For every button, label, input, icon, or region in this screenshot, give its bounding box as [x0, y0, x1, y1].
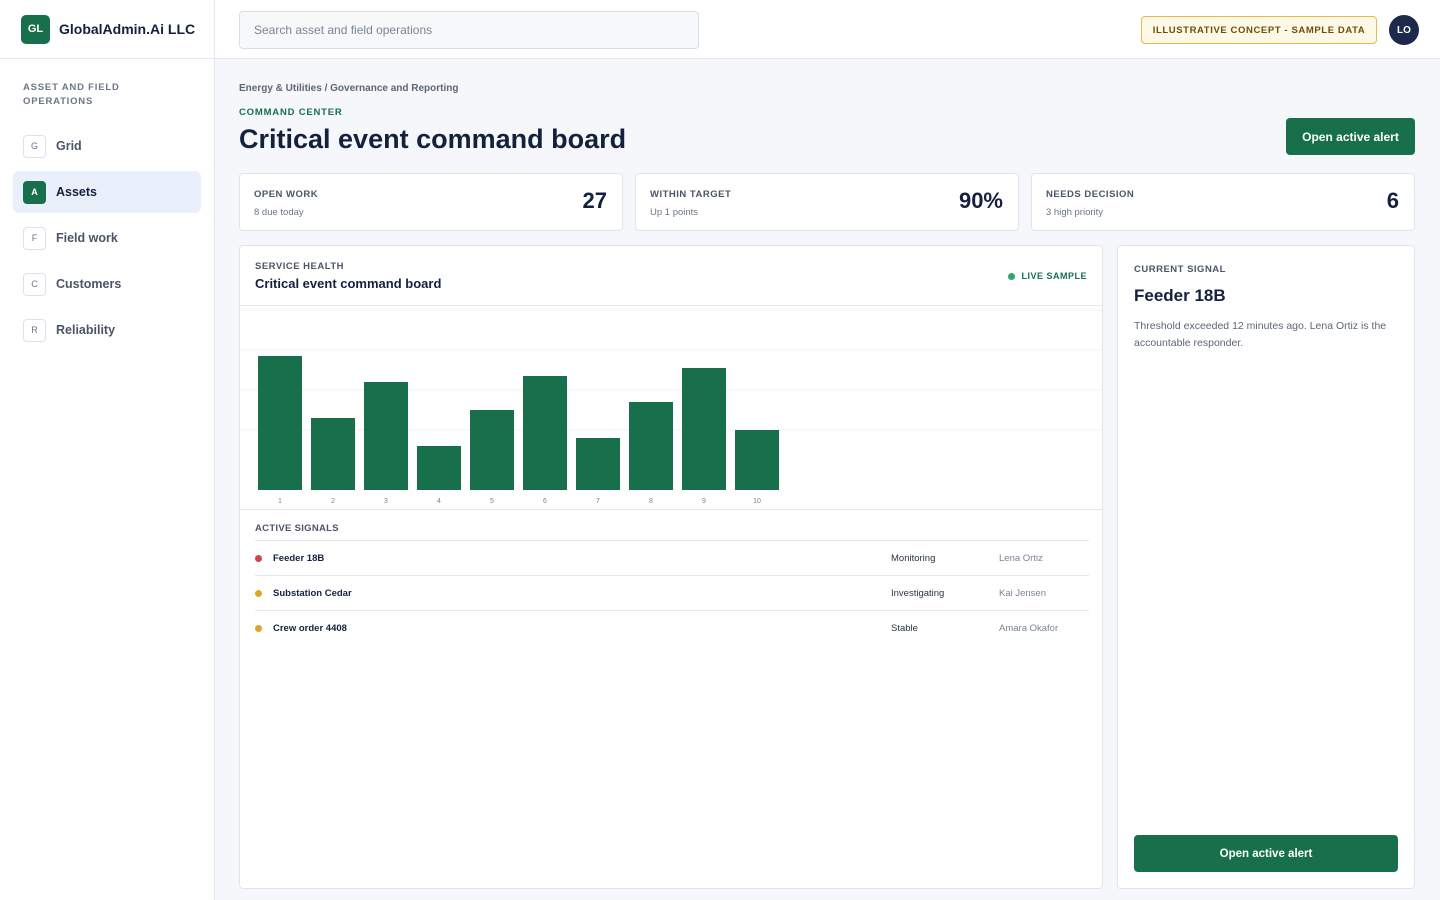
signal-name: Substation Cedar: [273, 588, 352, 599]
avatar[interactable]: LO: [1389, 15, 1419, 45]
concept-badge: ILLUSTRATIVE CONCEPT - SAMPLE DATA: [1141, 16, 1377, 44]
search-input[interactable]: [239, 11, 699, 49]
sidebar-item-label: Assets: [56, 185, 97, 199]
bar-1[interactable]: [258, 356, 302, 490]
grid-badge-icon: G: [23, 134, 46, 158]
sidebar-heading: ASSET AND FIELD OPERATIONS: [23, 82, 120, 107]
bar-chart: 1 2 3 4 5 6 7 8 9 10: [240, 305, 1102, 510]
bar-10[interactable]: [735, 430, 779, 490]
kpi-sub: 8 due today: [254, 207, 304, 218]
kpi-label: NEEDS DECISION: [1046, 189, 1135, 200]
current-signal-eyebrow: CURRENT SIGNAL: [1134, 264, 1226, 275]
kpi-open-work: OPEN WORK 8 due today 27: [239, 173, 623, 231]
x-tick-label: 7: [596, 498, 600, 505]
current-signal-panel: CURRENT SIGNAL Feeder 18B Threshold exce…: [1117, 245, 1415, 889]
brand-logo: GL: [21, 14, 50, 44]
signal-row[interactable]: Feeder 18B Monitoring Lena Ortiz: [255, 540, 1089, 575]
sidebar-item-label: Field work: [56, 231, 118, 245]
sidebar-item-reliability[interactable]: R Reliability: [13, 309, 201, 351]
customers-badge-icon: C: [23, 272, 46, 296]
kpi-sub: Up 1 points: [650, 207, 699, 218]
kpi-value: 27: [582, 188, 607, 213]
assets-badge-icon: A: [23, 180, 46, 204]
bar-6[interactable]: [523, 376, 567, 490]
bar-8[interactable]: [629, 402, 673, 490]
sidebar-item-grid[interactable]: G Grid: [13, 125, 201, 167]
x-tick-label: 1: [278, 498, 282, 505]
x-tick-label: 4: [437, 498, 441, 505]
bar-5[interactable]: [470, 410, 514, 490]
signal-status: Monitoring: [891, 553, 936, 564]
current-signal-title: Feeder 18B: [1134, 286, 1226, 305]
current-signal-description: Threshold exceeded 12 minutes ago. Lena …: [1134, 320, 1387, 349]
bar-9[interactable]: [682, 368, 726, 490]
brand-name: GlobalAdmin.Ai LLC: [59, 21, 196, 37]
page-eyebrow: COMMAND CENTER: [239, 107, 343, 118]
status-dot-icon: [255, 590, 262, 597]
status-dot-icon: [255, 555, 262, 562]
bar-2[interactable]: [311, 418, 355, 490]
live-sample-indicator: LIVE SAMPLE: [1008, 271, 1087, 281]
kpi-needs-decision: NEEDS DECISION 3 high priority 6: [1031, 173, 1415, 231]
x-tick-label: 2: [331, 498, 335, 505]
sidebar-item-customers[interactable]: C Customers: [13, 263, 201, 305]
kpi-label: OPEN WORK: [254, 189, 319, 200]
bar-3[interactable]: [364, 382, 408, 490]
kpi-sub: 3 high priority: [1046, 207, 1104, 218]
service-health-panel: SERVICE HEALTH Critical event command bo…: [239, 245, 1103, 889]
signal-row[interactable]: Substation Cedar Investigating Kai Jense…: [255, 575, 1089, 610]
sidebar-item-assets[interactable]: A Assets: [13, 171, 201, 213]
signal-status: Stable: [891, 623, 918, 634]
x-tick-label: 5: [490, 498, 494, 505]
field-work-badge-icon: F: [23, 226, 46, 250]
active-signals-list: Feeder 18B Monitoring Lena Ortiz Substat…: [255, 540, 1089, 645]
signal-owner: Lena Ortiz: [999, 553, 1043, 564]
topbar: ILLUSTRATIVE CONCEPT - SAMPLE DATA LO: [215, 0, 1440, 59]
open-active-alert-button[interactable]: Open active alert: [1134, 835, 1398, 872]
kpi-within-target: WITHIN TARGET Up 1 points 90%: [635, 173, 1019, 231]
x-tick-label: 8: [649, 498, 653, 505]
sidebar-item-label: Reliability: [56, 323, 116, 337]
brand[interactable]: GL GlobalAdmin.Ai LLC: [0, 0, 214, 59]
open-active-alert-button[interactable]: Open active alert: [1286, 118, 1415, 155]
status-dot-icon: [255, 625, 262, 632]
x-tick-label: 10: [753, 498, 761, 505]
signal-name: Feeder 18B: [273, 553, 325, 564]
sidebar-item-label: Grid: [56, 139, 82, 153]
kpi-value: 90%: [958, 188, 1003, 213]
sidebar: GL GlobalAdmin.Ai LLC ASSET AND FIELD OP…: [0, 0, 215, 900]
kpi-label: WITHIN TARGET: [650, 189, 732, 200]
signal-owner: Kai Jensen: [999, 588, 1047, 599]
live-label: LIVE SAMPLE: [1021, 271, 1087, 281]
bar-7[interactable]: [576, 438, 620, 490]
x-tick-label: 3: [384, 498, 388, 505]
bar-4[interactable]: [417, 446, 461, 490]
page-title: Critical event command board: [239, 124, 627, 154]
sidebar-nav: G Grid A Assets F Field work C Customers…: [0, 125, 214, 351]
active-signals-title: ACTIVE SIGNALS: [255, 523, 339, 534]
sidebar-item-label: Customers: [56, 277, 122, 291]
sidebar-item-field-work[interactable]: F Field work: [13, 217, 201, 259]
panel-title: Critical event command board: [255, 276, 442, 291]
x-tick-label: 9: [702, 498, 706, 505]
signal-owner: Amara Okafor: [999, 623, 1059, 634]
breadcrumb: Energy & Utilities / Governance and Repo…: [239, 83, 459, 94]
panel-eyebrow: SERVICE HEALTH: [255, 261, 344, 272]
bar-chart-svg: 1 2 3 4 5 6 7 8 9 10: [240, 309, 1102, 505]
kpi-value: 6: [1386, 188, 1399, 213]
x-tick-label: 6: [543, 498, 547, 505]
signal-row[interactable]: Crew order 4408 Stable Amara Okafor: [255, 610, 1089, 645]
reliability-badge-icon: R: [23, 318, 46, 342]
signal-name: Crew order 4408: [273, 623, 347, 634]
signal-status: Investigating: [891, 588, 945, 599]
live-dot-icon: [1008, 272, 1016, 280]
